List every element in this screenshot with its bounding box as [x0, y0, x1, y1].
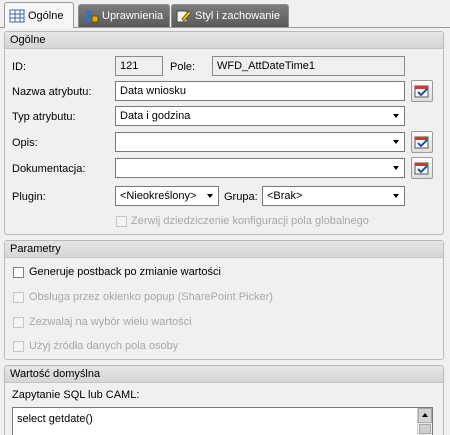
person-datasource-label: Użyj źródła danych pola osoby — [29, 340, 179, 352]
group-select[interactable]: <Brak> — [262, 186, 405, 206]
documentation-label: Dokumentacja: — [12, 163, 86, 175]
chevron-down-icon — [393, 114, 399, 118]
group-value: <Brak> — [267, 190, 303, 202]
calendar-edit-icon — [414, 85, 429, 98]
popup-picker-checkbox[interactable] — [13, 292, 24, 303]
id-label: ID: — [12, 61, 27, 73]
tab-label: Ogólne — [28, 9, 64, 22]
scrollbar[interactable] — [417, 408, 432, 435]
chevron-down-icon — [393, 166, 399, 170]
calendar-edit-icon — [414, 162, 429, 175]
postback-checkbox[interactable] — [13, 267, 24, 278]
attribute-type-value: Data i godzina — [120, 110, 191, 122]
field-name-value: WFD_AttDateTime1 — [212, 56, 405, 76]
general-group-title: Ogólne — [5, 32, 443, 49]
multiple-values-label: Zezwalaj na wybór wielu wartości — [29, 316, 192, 328]
description-translate-button[interactable] — [411, 131, 433, 153]
plugin-label: Plugin: — [12, 191, 46, 203]
chevron-down-icon — [393, 140, 399, 144]
tab-style-behavior[interactable]: Styl i zachowanie — [171, 4, 289, 27]
field-name-label: Pole: — [170, 61, 196, 73]
person-datasource-checkbox[interactable] — [13, 341, 24, 352]
scroll-up-button[interactable] — [418, 408, 432, 423]
break-inheritance-checkbox[interactable] — [116, 216, 127, 227]
tab-label: Styl i zachowanie — [195, 10, 280, 22]
tab-general[interactable]: Ogólne — [4, 2, 74, 28]
default-value-group-title: Wartość domyślna — [5, 366, 443, 383]
sql-query-label: Zapytanie SQL lub CAML: — [12, 389, 140, 401]
postback-label: Generuje postback po zmianie wartości — [29, 266, 221, 278]
attribute-name-translate-button[interactable] — [411, 80, 433, 102]
plugin-value: <Nieokreślony> — [120, 190, 197, 202]
attribute-name-input[interactable]: Data wniosku — [115, 81, 405, 101]
description-select[interactable] — [115, 132, 405, 152]
documentation-select[interactable] — [115, 158, 405, 178]
calendar-edit-icon — [414, 136, 429, 149]
grid-icon — [9, 9, 25, 23]
scroll-thumb[interactable] — [419, 424, 431, 434]
chevron-down-icon — [393, 194, 399, 198]
sql-query-value: select getdate() — [17, 413, 93, 425]
tab-permissions[interactable]: Uprawnienia — [78, 4, 170, 27]
attribute-name-label: Nazwa atrybutu: — [12, 86, 92, 98]
tab-label: Uprawnienia — [102, 10, 164, 22]
group-label: Grupa: — [224, 191, 258, 203]
popup-picker-label: Obsługa przez okienko popup (SharePoint … — [29, 291, 273, 303]
chevron-down-icon — [207, 194, 213, 198]
description-label: Opis: — [12, 137, 38, 149]
pencil-edit-icon — [176, 9, 192, 23]
documentation-translate-button[interactable] — [411, 157, 433, 179]
id-field: 121 — [115, 56, 163, 76]
attribute-type-label: Typ atrybutu: — [12, 111, 76, 123]
multiple-values-checkbox[interactable] — [13, 317, 24, 328]
plugin-select[interactable]: <Nieokreślony> — [115, 186, 219, 206]
sql-query-textarea[interactable]: select getdate() — [12, 407, 433, 435]
tab-bar: Styl i zachowanie Uprawnienia Ogólne — [0, 0, 450, 28]
parameters-group-title: Parametry — [5, 241, 443, 258]
break-inheritance-label: Zerwij dziedziczenie konfiguracji pola g… — [131, 215, 369, 227]
attribute-type-select[interactable]: Data i godzina — [115, 106, 405, 126]
users-lock-icon — [83, 9, 99, 23]
